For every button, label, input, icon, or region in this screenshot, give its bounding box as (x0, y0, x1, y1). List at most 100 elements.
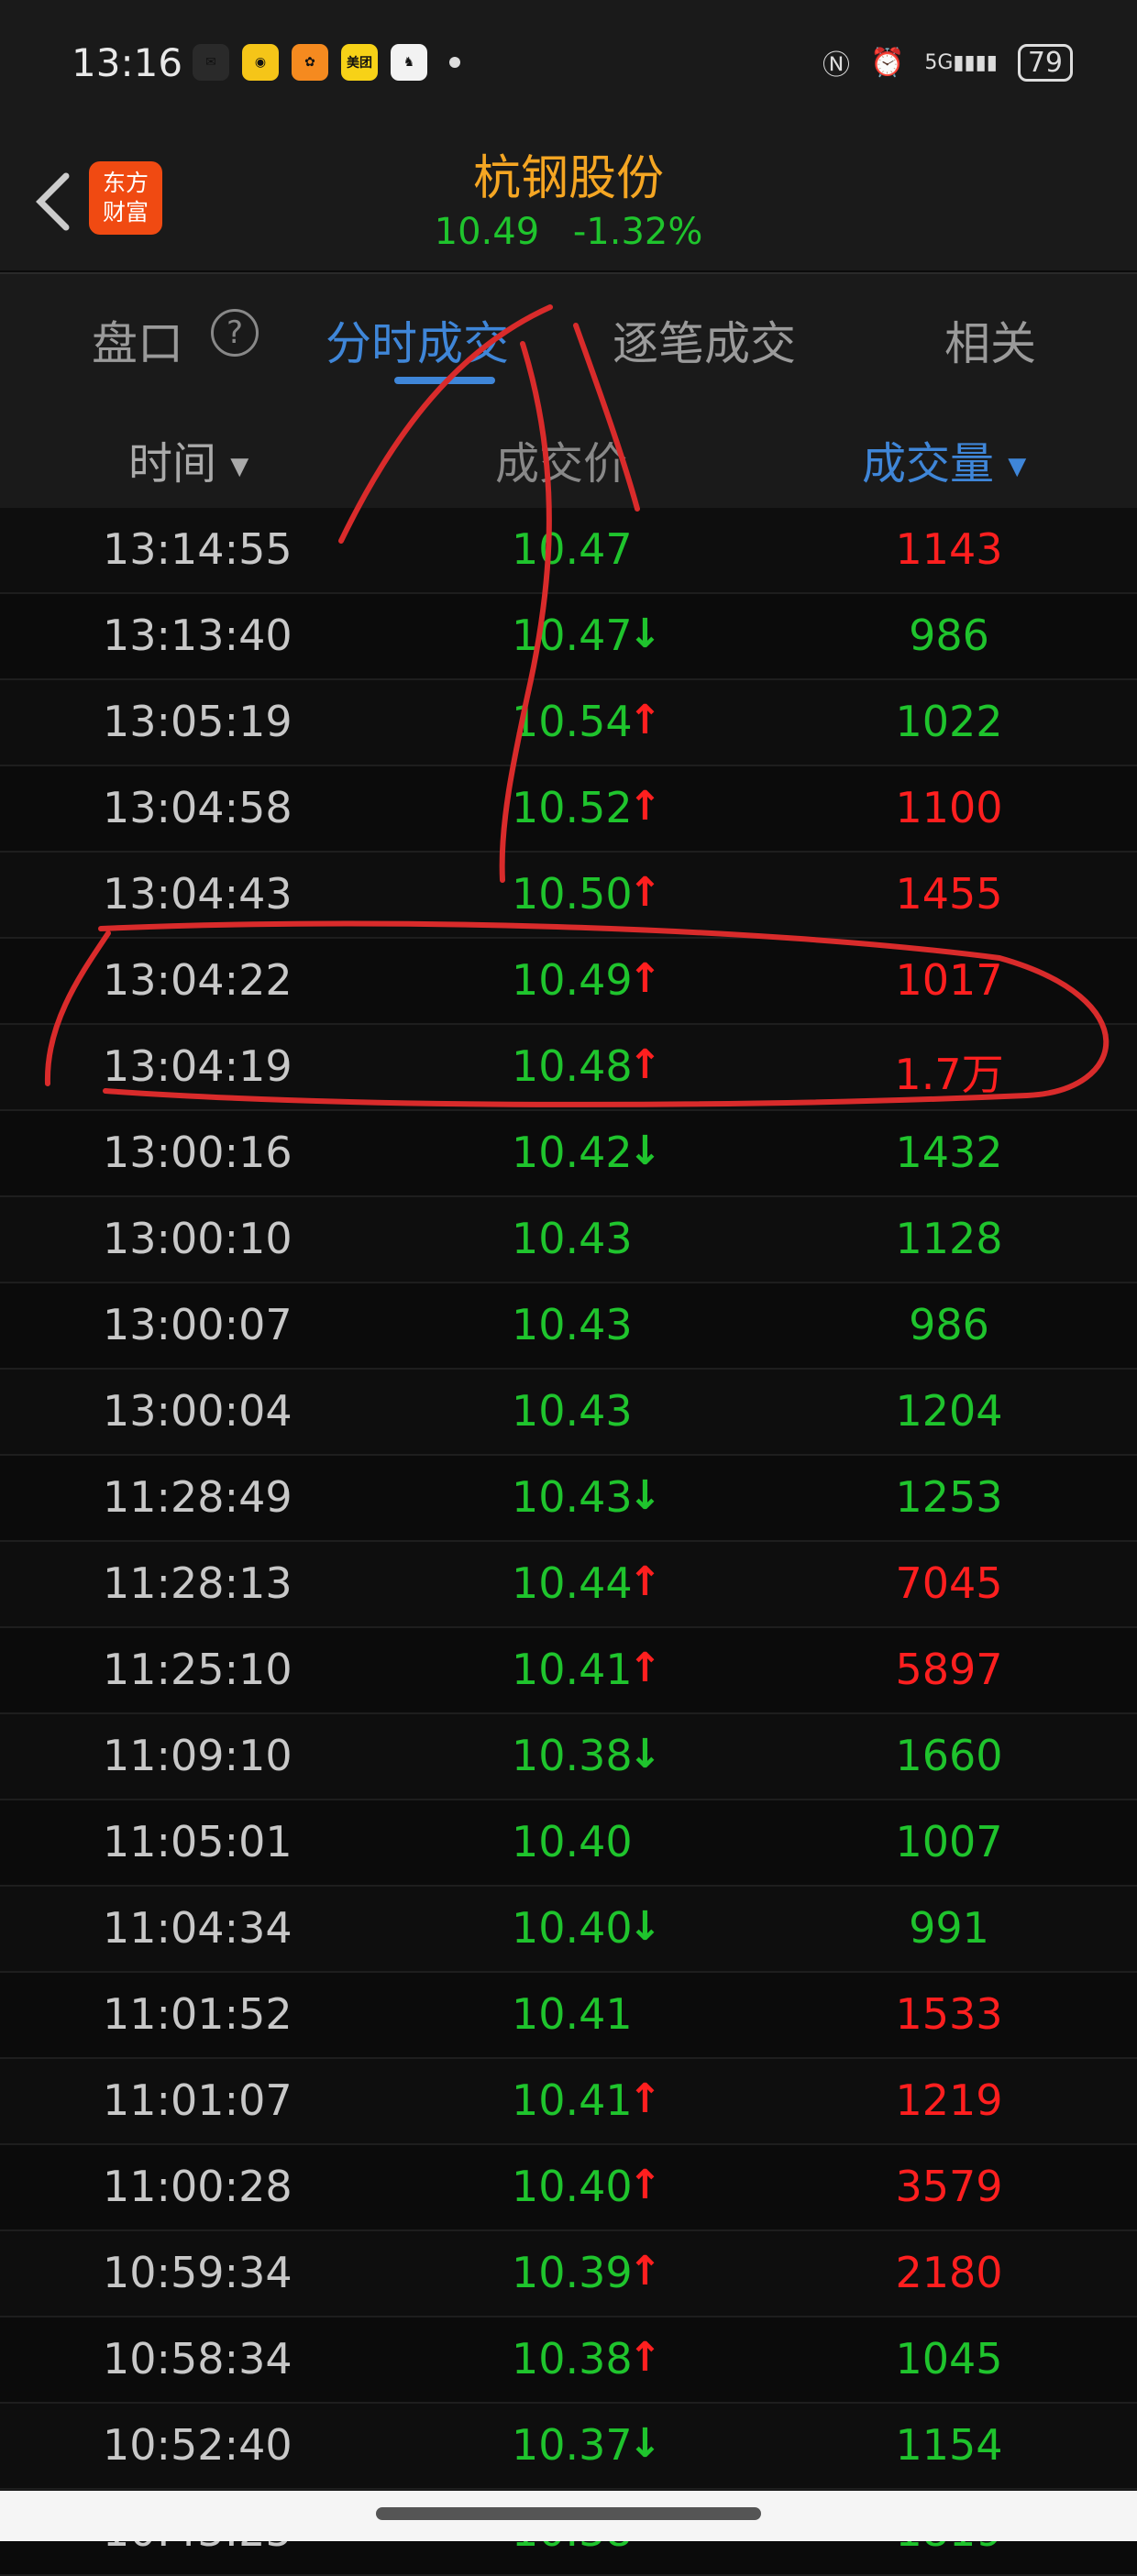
help-icon[interactable]: ? (211, 309, 259, 357)
trade-volume: 1455 (895, 869, 1003, 919)
trade-time: 13:00:07 (103, 1300, 293, 1349)
meituan-icon: 美团 (341, 44, 378, 81)
table-row[interactable]: 11:28:49 10.43 ↓ 1253 (0, 1456, 1137, 1542)
sort-caret-icon: ▼ (1008, 453, 1027, 480)
trade-price: 10.43 (512, 1214, 633, 1263)
wechat-icon: ✉ (193, 44, 229, 81)
tab-tick-trades[interactable]: 逐笔成交 (613, 307, 796, 373)
trade-time: 13:04:43 (103, 869, 293, 919)
trade-price: 10.52 (512, 783, 633, 832)
table-row[interactable]: 11:09:10 10.38 ↓ 1660 (0, 1714, 1137, 1800)
table-row[interactable]: 13:04:58 10.52 ↑ 1100 (0, 766, 1137, 853)
stock-name: 杭钢股份 (472, 151, 664, 206)
table-row[interactable]: 11:05:01 10.40 1007 (0, 1800, 1137, 1887)
arrow-up-icon: ↑ (628, 2162, 662, 2208)
status-bar: 13:16 ✉ ◉ ✿ 美团 ♞ Ⓝ ⏰ 5G▮▮▮▮ 79 (0, 0, 1137, 138)
trade-volume: 1533 (895, 1989, 1003, 2039)
trade-price: 10.40 (512, 2162, 633, 2211)
trade-volume: 991 (909, 1903, 989, 1953)
sort-volume-header[interactable]: 成交量 ▼ (862, 427, 1026, 491)
trade-time: 10:59:34 (103, 2248, 293, 2297)
trade-price: 10.54 (512, 697, 633, 746)
trade-price: 10.37 (512, 2420, 633, 2470)
table-row[interactable]: 13:00:10 10.43 1128 (0, 1197, 1137, 1283)
notification-icons: ✉ ◉ ✿ 美团 ♞ (193, 44, 460, 81)
nfc-icon: Ⓝ (822, 50, 850, 82)
tab-orderbook[interactable]: 盘口 (92, 307, 183, 373)
current-price: 10.49 (434, 211, 540, 253)
tab-time-trades[interactable]: 分时成交 (326, 307, 509, 373)
arrow-up-icon: ↑ (628, 2075, 662, 2122)
table-row[interactable]: 11:04:34 10.40 ↓ 991 (0, 1887, 1137, 1973)
trade-time: 10:52:40 (103, 2420, 293, 2470)
trade-price: 10.41 (512, 1645, 633, 1694)
table-row[interactable]: 13:13:40 10.47 ↓ 986 (0, 594, 1137, 680)
arrow-up-icon: ↑ (628, 697, 662, 743)
arrow-down-icon: ↓ (628, 1128, 662, 1174)
trade-volume: 1007 (895, 1817, 1003, 1866)
trade-price: 10.38 (512, 1731, 633, 1780)
weibo-icon: ◉ (242, 44, 279, 81)
table-row[interactable]: 10:52:40 10.37 ↓ 1154 (0, 2404, 1137, 2490)
trade-time: 11:25:10 (103, 1645, 293, 1694)
trade-volume: 7045 (895, 1558, 1003, 1608)
trade-volume: 1128 (895, 1214, 1003, 1263)
active-tab-indicator (394, 377, 495, 384)
trade-price: 10.47 (512, 524, 633, 574)
trade-price: 10.41 (512, 2075, 633, 2125)
trade-time: 11:04:34 (103, 1903, 293, 1953)
trade-volume: 5897 (895, 1645, 1003, 1694)
arrow-up-icon: ↑ (628, 1041, 662, 1088)
trade-price: 10.43 (512, 1472, 633, 1522)
table-row[interactable]: 13:00:04 10.43 1204 (0, 1370, 1137, 1456)
arrow-up-icon: ↑ (628, 869, 662, 916)
trade-time: 11:00:28 (103, 2162, 293, 2211)
table-row[interactable]: 13:14:55 10.47 1143 (0, 508, 1137, 594)
sort-time-header[interactable]: 时间 ▼ (128, 427, 248, 491)
trade-volume: 1022 (895, 697, 1003, 746)
trade-volume: 1017 (895, 955, 1003, 1005)
table-row[interactable]: 13:04:22 10.49 ↑ 1017 (0, 939, 1137, 1025)
column-header: 时间 ▼ 成交价 成交量 ▼ (0, 396, 1137, 508)
table-row[interactable]: 11:25:10 10.41 ↑ 5897 (0, 1628, 1137, 1714)
trade-volume: 986 (909, 611, 989, 660)
status-time: 13:16 (72, 40, 183, 85)
table-row[interactable]: 10:59:34 10.39 ↑ 2180 (0, 2231, 1137, 2317)
price-change: -1.32% (572, 211, 703, 253)
trade-price: 10.48 (512, 1041, 633, 1091)
table-row[interactable]: 10:58:34 10.38 ↑ 1045 (0, 2317, 1137, 2404)
stock-quote: 10.49 -1.32% (0, 211, 1137, 253)
home-indicator[interactable] (376, 2507, 761, 2520)
trade-list[interactable]: 13:14:55 10.47 1143 13:13:40 10.47 ↓ 986 13:05:… (0, 508, 1137, 2576)
table-row[interactable]: 11:00:28 10.40 ↑ 3579 (0, 2145, 1137, 2231)
table-row[interactable]: 11:28:13 10.44 ↑ 7045 (0, 1542, 1137, 1628)
price-header: 成交价 (495, 438, 628, 490)
trade-time: 13:00:10 (103, 1214, 293, 1263)
trade-time: 13:04:19 (103, 1041, 293, 1091)
trade-time: 11:05:01 (103, 1817, 293, 1866)
signal-icon: 5G▮▮▮▮ (924, 50, 998, 74)
system-indicators: Ⓝ ⏰ 5G▮▮▮▮ 79 (822, 42, 1073, 83)
trade-time: 10:58:34 (103, 2334, 293, 2383)
table-row[interactable]: 13:00:16 10.42 ↓ 1432 (0, 1111, 1137, 1197)
table-row[interactable]: 13:00:07 10.43 986 (0, 1283, 1137, 1370)
table-row[interactable]: 13:05:19 10.54 ↑ 1022 (0, 680, 1137, 766)
trade-volume: 1660 (895, 1731, 1003, 1780)
arrow-down-icon: ↓ (628, 2420, 662, 2467)
trade-price: 10.44 (512, 1558, 633, 1608)
stock-header: 东方 财富 杭钢股份 10.49 -1.32% (0, 138, 1137, 270)
trade-price: 10.40 (512, 1903, 633, 1953)
trade-volume: 1.7万 (894, 1050, 1004, 1099)
table-row[interactable]: 13:04:43 10.50 ↑ 1455 (0, 853, 1137, 939)
trade-price: 10.43 (512, 1386, 633, 1436)
trade-time: 13:04:22 (103, 955, 293, 1005)
game-icon: ♞ (391, 44, 427, 81)
trade-time: 11:28:13 (103, 1558, 293, 1608)
table-row[interactable]: 11:01:52 10.41 1533 (0, 1973, 1137, 2059)
tab-related[interactable]: 相关 (944, 307, 1036, 373)
table-row[interactable]: 13:04:19 10.48 ↑ 1.7万 (0, 1025, 1137, 1111)
table-row[interactable]: 11:01:07 10.41 ↑ 1219 (0, 2059, 1137, 2145)
trade-volume: 1100 (895, 783, 1003, 832)
trade-price: 10.41 (512, 1989, 633, 2039)
trade-time: 11:01:07 (103, 2075, 293, 2125)
